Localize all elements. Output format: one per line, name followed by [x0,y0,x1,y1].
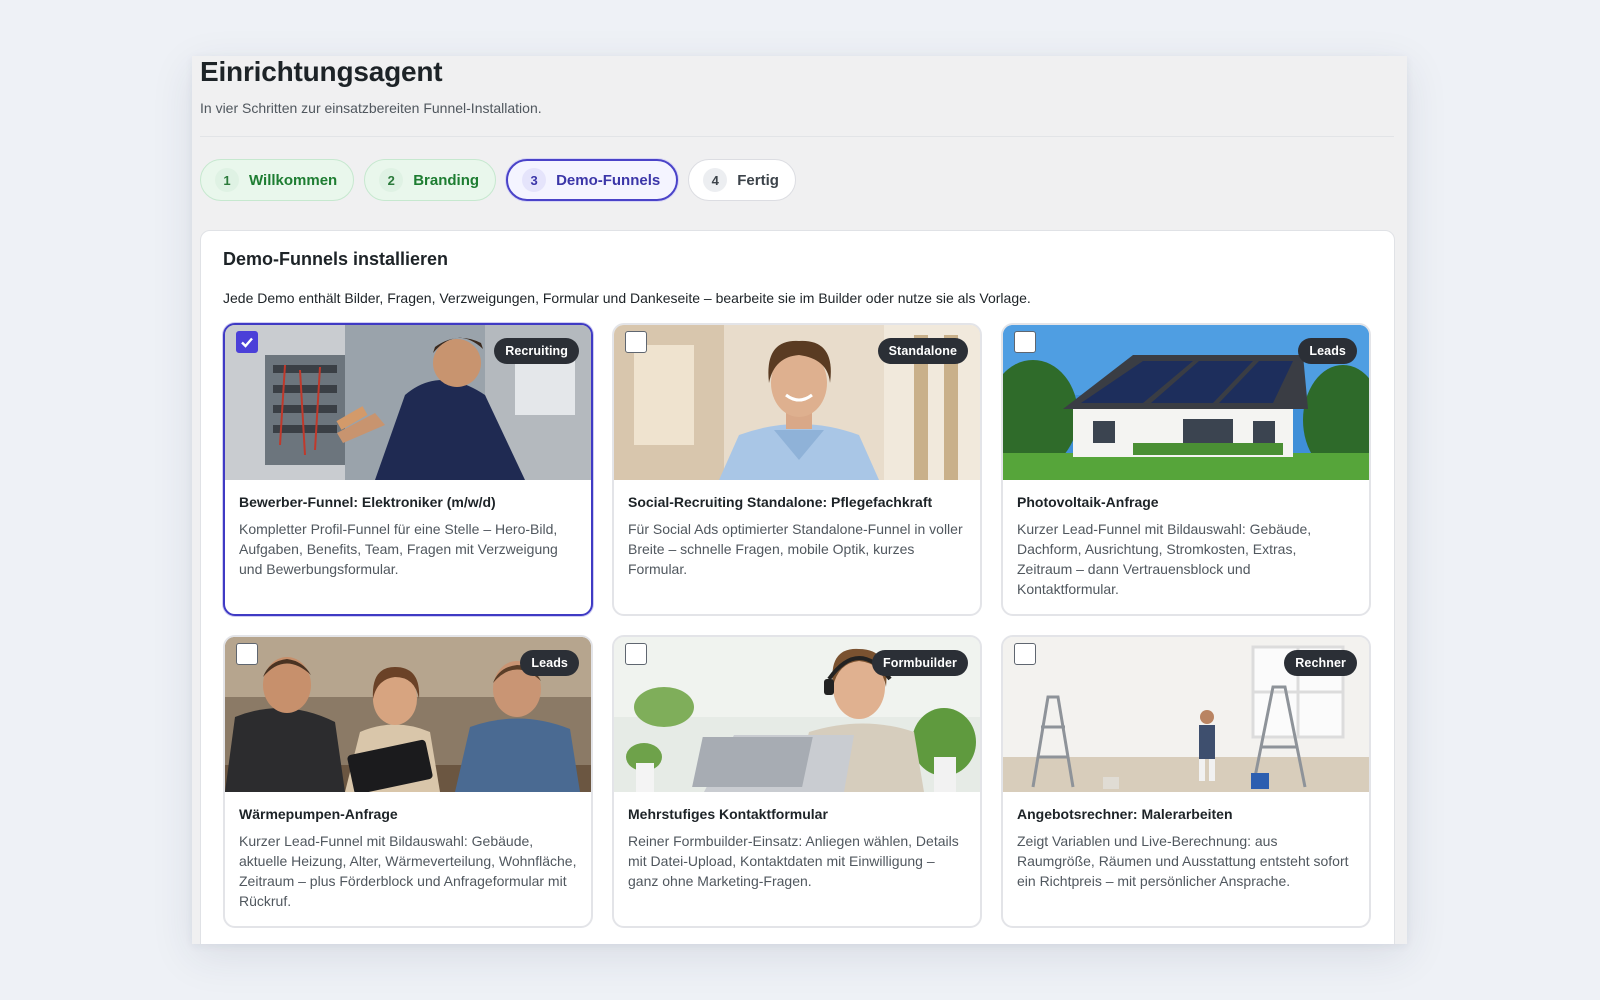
step-number: 2 [379,168,404,192]
card-checkbox[interactable] [625,331,647,353]
category-badge: Formbuilder [871,650,968,676]
step-number: 3 [522,168,547,192]
card-description: Kurzer Lead-Funnel mit Bildauswahl: Gebä… [239,833,577,909]
card-checkbox[interactable] [625,643,647,665]
step-number: 1 [215,168,239,192]
card-description: Kompletter Profil-Funnel für eine Stelle… [239,521,558,577]
card-image-nurse: Standalone [614,325,980,480]
wizard-header: Einrichtungsagent In vier Schritten zur … [200,56,1394,201]
step-label: Demo-Funnels [556,171,661,189]
card-title: Bewerber-Funnel: Elektroniker (m/w/d) [239,494,496,510]
funnel-card-pflegefachkraft[interactable]: Standalone Social-Recruiting Standalone:… [612,323,982,616]
category-badge: Leads [520,650,579,676]
step-demo-funnels[interactable]: 3 Demo-Funnels [506,159,679,201]
page-title: Einrichtungsagent [200,56,443,87]
card-title: Social-Recruiting Standalone: Pflegefach… [628,494,933,510]
card-title: Wärmepumpen-Anfrage [239,806,398,822]
card-title: Photovoltaik-Anfrage [1017,494,1159,510]
step-number: 4 [703,168,728,192]
funnel-card-elektroniker[interactable]: Recruiting Bewerber-Funnel: Elektroniker… [223,323,593,616]
step-label: Branding [413,171,480,189]
card-checkbox[interactable] [236,331,258,353]
demo-funnels-panel: Demo-Funnels installieren Jede Demo enth… [200,230,1395,944]
card-image-solar-house: Leads [1003,325,1369,480]
category-badge: Leads [1298,338,1357,364]
card-checkbox[interactable] [1014,331,1036,353]
divider [200,136,1394,137]
funnel-card-waermepumpe[interactable]: Leads Wärmepumpen-Anfrage Kurzer Lead-Fu… [223,635,593,928]
step-willkommen[interactable]: 1 Willkommen [200,159,355,201]
funnel-card-grid: Recruiting Bewerber-Funnel: Elektroniker… [223,323,1371,928]
card-image-consultation: Leads [225,637,591,792]
step-branding[interactable]: 2 Branding [364,159,497,201]
card-checkbox[interactable] [1014,643,1036,665]
panel-description: Jede Demo enthält Bilder, Fragen, Verzwe… [223,290,1031,306]
step-label: Fertig [737,171,779,189]
card-title: Angebotsrechner: Malerarbeiten [1017,806,1233,822]
funnel-card-kontaktformular[interactable]: Formbuilder Mehrstufiges Kontaktformular… [612,635,982,928]
category-badge: Recruiting [494,338,579,364]
category-badge: Rechner [1284,650,1357,676]
page-subtitle: In vier Schritten zur einsatzbereiten Fu… [200,100,542,116]
wizard-window: Einrichtungsagent In vier Schritten zur … [192,56,1407,944]
card-image-painter: Rechner [1003,637,1369,792]
funnel-card-malerarbeiten[interactable]: Rechner Angebotsrechner: Malerarbeiten Z… [1001,635,1371,928]
card-image-electrician: Recruiting [225,325,591,480]
card-image-support-agent: Formbuilder [614,637,980,792]
step-fertig[interactable]: 4 Fertig [688,159,796,201]
card-description: Kurzer Lead-Funnel mit Bildauswahl: Gebä… [1017,521,1312,597]
card-description: Reiner Formbuilder-Einsatz: Anliegen wäh… [628,833,959,889]
checkmark-icon [241,337,253,348]
card-description: Zeigt Variablen und Live-Berechnung: aus… [1017,833,1349,889]
card-title: Mehrstufiges Kontaktformular [628,806,828,822]
card-checkbox[interactable] [236,643,258,665]
step-nav: 1 Willkommen 2 Branding 3 Demo-Funnels 4… [200,159,1394,201]
funnel-card-photovoltaik[interactable]: Leads Photovoltaik-Anfrage Kurzer Lead-F… [1001,323,1371,616]
step-label: Willkommen [249,171,338,189]
panel-title: Demo-Funnels installieren [223,249,449,269]
category-badge: Standalone [877,338,968,364]
card-description: Für Social Ads optimierter Standalone-Fu… [628,521,963,577]
